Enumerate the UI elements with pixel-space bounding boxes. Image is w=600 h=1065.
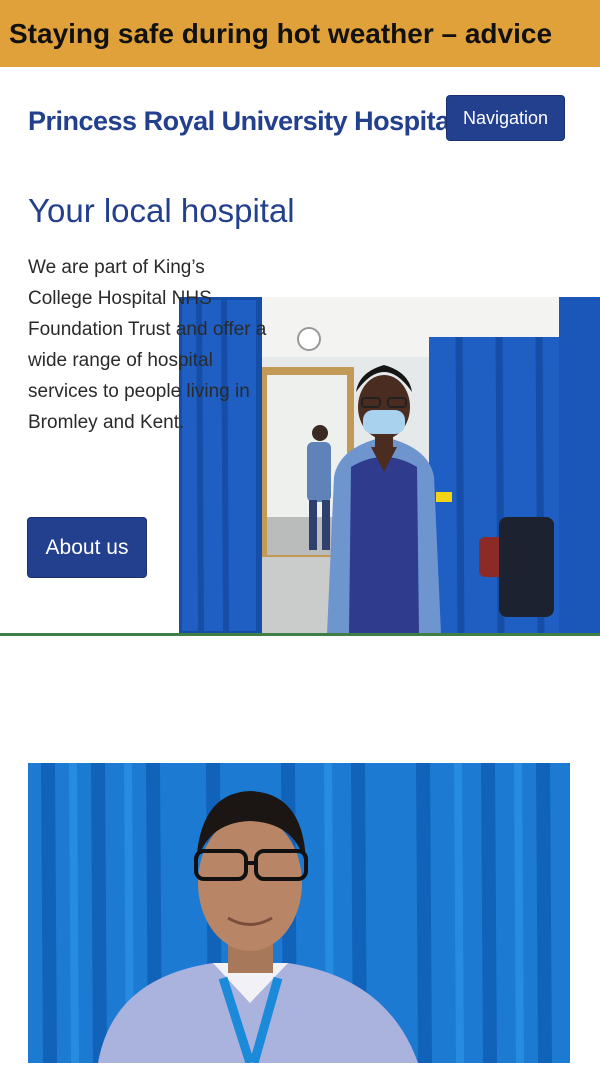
intro-paragraph: We are part of King’s College Hospital N… — [28, 257, 267, 433]
alert-banner[interactable]: Staying safe during hot weather – advice — [0, 0, 600, 67]
alert-banner-text[interactable]: Staying safe during hot weather – advice — [9, 18, 552, 49]
hero-divider — [0, 633, 600, 636]
navigation-button[interactable]: Navigation — [447, 96, 564, 140]
page-heading: Your local hospital — [28, 192, 295, 229]
about-us-button[interactable]: About us — [28, 518, 146, 577]
site-title[interactable]: Princess Royal University Hospital — [28, 106, 458, 137]
staff-photo-doctor — [28, 763, 570, 1063]
